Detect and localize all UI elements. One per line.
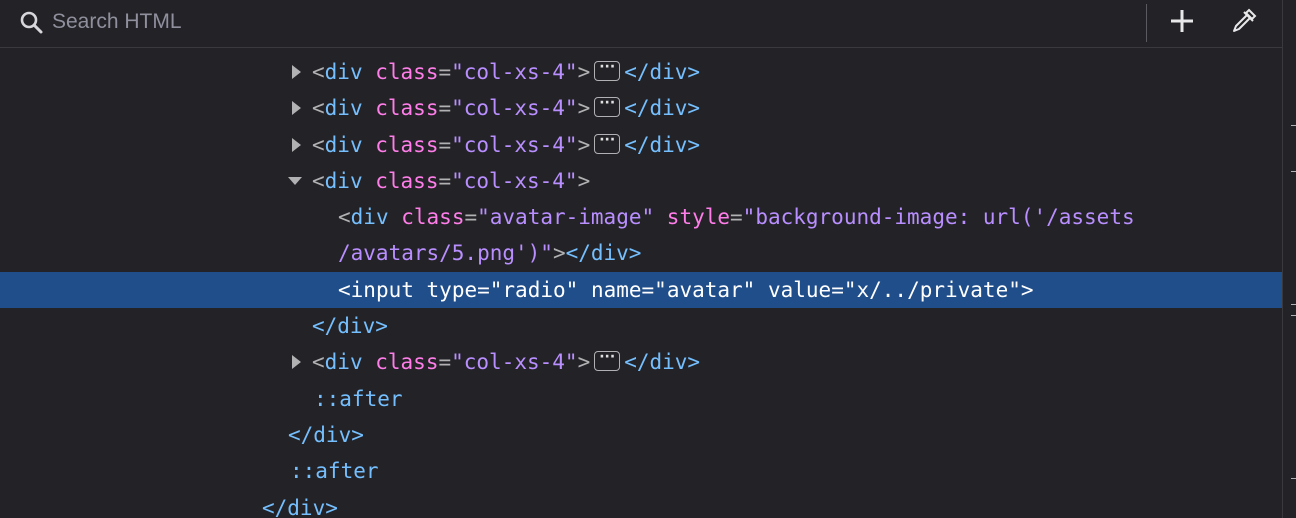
node-markup: <div class="col-xs-4"> ··· </div> xyxy=(312,131,701,157)
attr-value: "avatar" xyxy=(654,277,756,302)
tree-node-pseudo-after[interactable]: ::after xyxy=(0,453,1282,489)
attr-name: name xyxy=(590,277,642,302)
attr-name: type xyxy=(426,277,478,302)
attr-value: "radio" xyxy=(489,277,579,302)
expand-triangle-icon[interactable] xyxy=(288,344,306,380)
node-markup: <div class="col-xs-4"> ··· </div> xyxy=(312,349,701,375)
attr-value: "avatar-image" xyxy=(477,205,655,230)
closing-tag: </div> xyxy=(565,241,642,266)
sidebar-splitter[interactable] xyxy=(1282,0,1296,518)
search-icon xyxy=(18,10,48,36)
tree-node-div-avatar-image[interactable]: <div class="avatar-image" style="backgro… xyxy=(0,199,1282,272)
attr-value: /avatars/5.png')" xyxy=(338,241,553,266)
attr-name: style xyxy=(666,205,731,230)
closing-tag: </div> xyxy=(624,96,701,121)
add-node-button[interactable] xyxy=(1162,4,1202,42)
tree-node-closing-div[interactable]: </div> xyxy=(0,308,1282,344)
expand-triangle-icon[interactable] xyxy=(288,54,306,90)
tag-name: input xyxy=(350,277,414,302)
attr-name: class xyxy=(375,132,439,157)
tree-node-closing-div[interactable]: </div> xyxy=(0,417,1282,453)
tag-name: div xyxy=(324,96,363,121)
tree-node-pseudo-after[interactable]: ::after xyxy=(0,381,1282,417)
closing-tag: </div> xyxy=(312,314,388,339)
pseudo-element: ::after xyxy=(290,459,379,484)
node-markup: <input type="radio" name="avatar" value=… xyxy=(338,277,1034,302)
closing-tag: </div> xyxy=(624,350,701,375)
tree-node-input-radio-selected[interactable]: <input type="radio" name="avatar" value=… xyxy=(0,271,1282,309)
plus-icon xyxy=(1168,7,1196,39)
search-html-input[interactable] xyxy=(52,6,1132,38)
attr-name: class xyxy=(375,168,439,193)
ellipsis-icon[interactable]: ··· xyxy=(594,60,621,81)
ellipsis-icon[interactable]: ··· xyxy=(594,96,621,118)
expand-triangle-icon[interactable] xyxy=(288,127,306,163)
attr-name: class xyxy=(375,60,439,84)
attr-name: class xyxy=(375,96,439,121)
ellipsis-icon[interactable]: ··· xyxy=(594,350,621,372)
attr-value: "background-image: url('/assets xyxy=(742,205,1135,230)
closing-tag: </div> xyxy=(624,132,701,157)
node-markup: <div class="col-xs-4"> ··· </div> xyxy=(312,95,701,121)
attr-value: "col-xs-4" xyxy=(451,168,578,193)
markup-tree: <div class="col-xs-4"> ··· </div> <div cla… xyxy=(0,54,1282,518)
markup-toolbar xyxy=(0,0,1282,48)
toolbar-separator xyxy=(1146,4,1147,42)
ellipsis-icon[interactable]: ··· xyxy=(594,133,621,154)
splitter-tick xyxy=(1291,304,1296,305)
attr-value: "col-xs-4" xyxy=(451,60,578,84)
splitter-tick xyxy=(1291,125,1296,126)
splitter-tick xyxy=(1291,315,1296,316)
attr-value: "col-xs-4" xyxy=(451,96,578,121)
splitter-tick xyxy=(1291,171,1296,172)
closing-tag: </div> xyxy=(288,422,364,447)
tag-name: div xyxy=(324,132,363,157)
node-markup: <div class="col-xs-4"> ··· </div> xyxy=(312,59,701,84)
attr-name: class xyxy=(401,205,465,230)
closing-tag: </div> xyxy=(624,60,701,84)
closing-tag: </div> xyxy=(262,495,338,518)
attr-value: "x/../private" xyxy=(843,277,1021,302)
attr-name: class xyxy=(375,350,439,375)
tag-name: div xyxy=(324,60,363,84)
tree-node-div-col-xs-4[interactable]: <div class="col-xs-4"> ··· </div> xyxy=(0,344,1282,380)
tree-node-div-col-xs-4[interactable]: <div class="col-xs-4"> ··· </div> xyxy=(0,90,1282,126)
tree-node-div-col-xs-4[interactable]: <div class="col-xs-4"> ··· </div> xyxy=(0,54,1282,90)
tree-node-div-col-xs-4-expanded[interactable]: <div class="col-xs-4"> xyxy=(0,163,1282,199)
tag-name: div xyxy=(324,350,363,375)
pseudo-element: ::after xyxy=(314,386,403,411)
color-picker-button[interactable] xyxy=(1224,4,1264,42)
node-markup: <div class="avatar-image" style="backgro… xyxy=(338,205,1135,266)
expand-triangle-icon[interactable] xyxy=(288,90,306,126)
attr-name: value xyxy=(767,277,832,302)
attr-value: "col-xs-4" xyxy=(451,350,578,375)
node-markup: <div class="col-xs-4"> xyxy=(312,168,591,193)
tree-node-closing-div[interactable]: </div> xyxy=(0,490,1282,518)
tag-name: div xyxy=(350,205,389,230)
tag-name: div xyxy=(324,168,363,193)
eyedropper-icon xyxy=(1229,6,1259,40)
attr-value: "col-xs-4" xyxy=(451,132,578,157)
collapse-triangle-icon[interactable] xyxy=(286,163,304,199)
tree-node-div-col-xs-4[interactable]: <div class="col-xs-4"> ··· </div> xyxy=(0,127,1282,163)
splitter-tick xyxy=(1291,478,1296,479)
